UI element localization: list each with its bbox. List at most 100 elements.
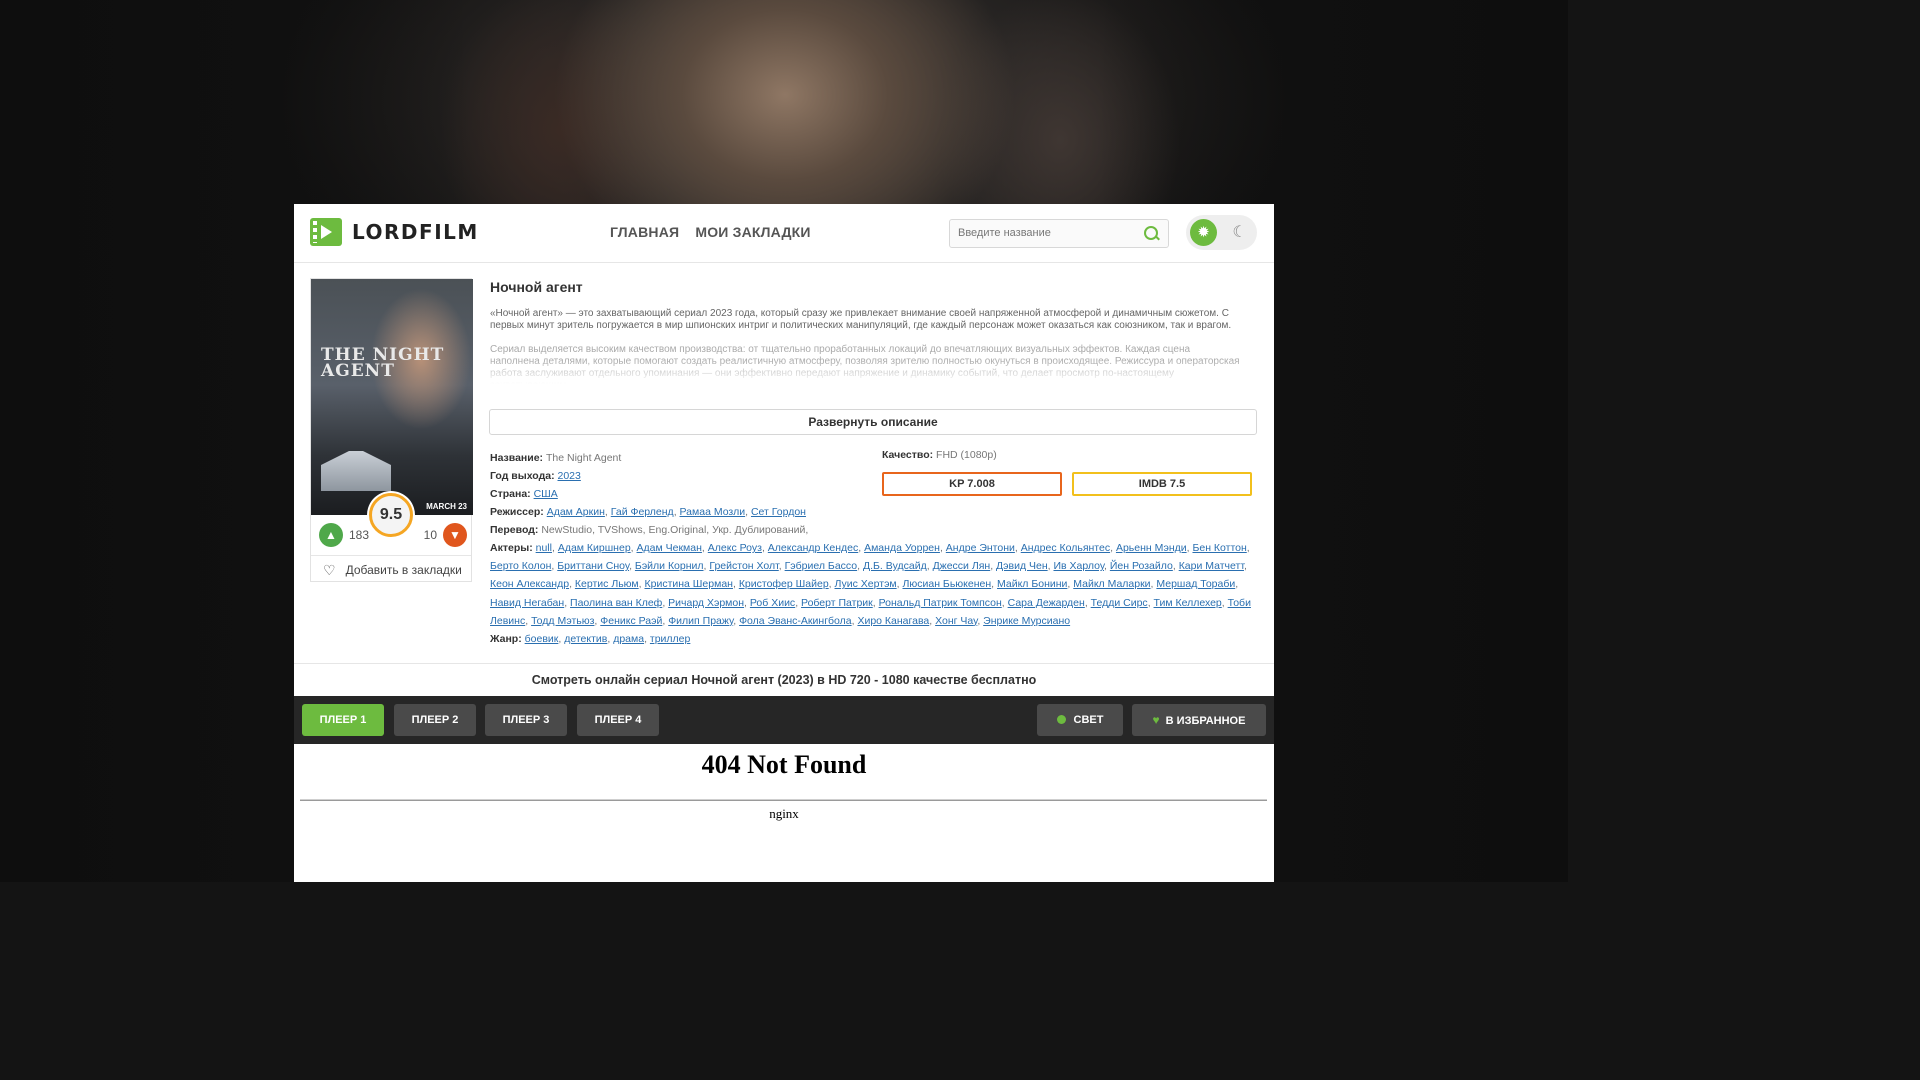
actor-link[interactable]: Грейстон Холт — [709, 560, 778, 572]
logo-text: LORDFILM — [352, 220, 479, 244]
add-favorite-button[interactable]: ♥ В ИЗБРАННОЕ — [1132, 704, 1266, 736]
actor-link[interactable]: null — [536, 542, 552, 554]
actor-link[interactable]: Фола Эванс-Акингбола — [739, 615, 852, 627]
meta-label: Режиссер: — [490, 506, 544, 518]
genre-link[interactable]: драма — [613, 633, 644, 645]
actor-link[interactable]: Роб Хиис — [750, 597, 795, 609]
meta-quality: Качество: FHD (1080p) — [882, 449, 997, 461]
meta-value: FHD (1080p) — [936, 449, 997, 461]
search-input[interactable] — [950, 220, 1138, 245]
actor-link[interactable]: Сара Дежарден — [1008, 597, 1085, 609]
moon-icon[interactable]: ☾ — [1226, 219, 1253, 246]
genre-link[interactable]: боевик — [525, 633, 559, 645]
content-card: LORDFILM ГЛАВНАЯ МОИ ЗАКЛАДКИ ✹ ☾ THE NI… — [294, 204, 1274, 882]
actor-link[interactable]: Мершад Тораби — [1156, 578, 1235, 590]
actor-link[interactable]: Ив Харлоу — [1053, 560, 1104, 572]
film-logo-icon — [310, 218, 342, 246]
actor-link[interactable]: Кари Матчетт — [1179, 560, 1244, 572]
actor-link[interactable]: Тим Келлехер — [1154, 597, 1222, 609]
actor-link[interactable]: Йен Розайло — [1110, 560, 1173, 572]
director-link[interactable]: Гай Ферленд — [611, 506, 674, 518]
tab-player-4[interactable]: ПЛЕЕР 4 — [577, 704, 659, 736]
site-logo[interactable]: LORDFILM — [310, 218, 479, 246]
theme-toggle: ✹ ☾ — [1186, 215, 1257, 250]
genre-link[interactable]: триллер — [650, 633, 690, 645]
actor-link[interactable]: Хиро Канагава — [857, 615, 929, 627]
imdb-rating[interactable]: IMDB 7.5 — [1072, 472, 1252, 496]
actor-link[interactable]: Арьенн Мэнди — [1116, 542, 1187, 554]
actor-link[interactable]: Люсиан Бьюкенен — [903, 578, 992, 590]
actor-link[interactable]: Андрес Кольянтес — [1021, 542, 1110, 554]
meta-label: Актеры: — [490, 542, 533, 554]
actor-link[interactable]: Бриттани Сноу — [557, 560, 629, 572]
actor-link[interactable]: Ричард Хэрмон — [668, 597, 744, 609]
actor-link[interactable]: Бэйли Корнил — [635, 560, 704, 572]
actor-link[interactable]: Навид Негабан — [490, 597, 564, 609]
actor-link[interactable]: Дэвид Чен — [996, 560, 1048, 572]
director-links: Адам Аркин, Гай Ферленд, Рамаа Мозли, Се… — [546, 506, 806, 518]
poster-date-art: MARCH 23 — [426, 502, 467, 511]
director-link[interactable]: Сет Гордон — [751, 506, 806, 518]
actor-link[interactable]: Паолина ван Клеф — [570, 597, 662, 609]
actor-link[interactable]: Рональд Патрик Томпсон — [879, 597, 1002, 609]
actor-link[interactable]: Д.Б. Вудсайд — [863, 560, 927, 572]
actor-link[interactable]: Луис Хертэм — [835, 578, 897, 590]
tab-player-3[interactable]: ПЛЕЕР 3 — [485, 704, 567, 736]
actor-link[interactable]: Джесси Лян — [933, 560, 991, 572]
actor-link[interactable]: Хонг Чау — [935, 615, 977, 627]
actor-link[interactable]: Филип Пражу — [668, 615, 733, 627]
actor-link[interactable]: Александр Кендес — [768, 542, 858, 554]
actor-link[interactable]: Берто Колон — [490, 560, 551, 572]
sun-icon[interactable]: ✹ — [1190, 219, 1217, 246]
expand-description-button[interactable]: Развернуть описание — [489, 409, 1257, 435]
genre-link[interactable]: детектив — [564, 633, 607, 645]
watch-heading: Смотреть онлайн сериал Ночной агент (202… — [294, 663, 1274, 696]
heart-icon: ♡ — [323, 561, 336, 578]
description-paragraph-faded: Сериал выделяется высоким качеством прои… — [490, 344, 1240, 384]
meta-value: NewStudio, TVShows, Eng.Original, Укр. Д… — [541, 524, 809, 536]
tab-player-1[interactable]: ПЛЕЕР 1 — [302, 704, 384, 736]
nav-bookmarks[interactable]: МОИ ЗАКЛАДКИ — [695, 224, 810, 240]
actor-link[interactable]: Майкл Бонини — [997, 578, 1067, 590]
dislike-count: 10 — [423, 528, 437, 542]
actor-link[interactable]: Феникс Раэй — [600, 615, 662, 627]
actor-link[interactable]: Бен Коттон — [1192, 542, 1246, 554]
actor-link[interactable]: Аманда Уоррен — [864, 542, 940, 554]
meta-directors: Режиссер: Адам Аркин, Гай Ферленд, Рамаа… — [490, 503, 1258, 521]
actor-link[interactable]: Адам Киршнер — [558, 542, 631, 554]
player-tabs: ПЛЕЕР 1 ПЛЕЕР 2 ПЛЕЕР 3 ПЛЕЕР 4 СВЕТ ♥ В … — [294, 696, 1274, 744]
like-count: 183 — [349, 528, 370, 542]
actor-link[interactable]: Кристофер Шайер — [739, 578, 829, 590]
actor-link[interactable]: Адам Чекман — [637, 542, 702, 554]
actor-link[interactable]: Гэбриел Бассо — [785, 560, 858, 572]
thumbs-down-icon[interactable]: ▼ — [443, 523, 467, 547]
main-nav: ГЛАВНАЯ МОИ ЗАКЛАДКИ — [610, 224, 811, 240]
thumbs-up-icon[interactable]: ▲ — [319, 523, 343, 547]
nav-home[interactable]: ГЛАВНАЯ — [610, 224, 679, 240]
actor-link[interactable]: Кертис Льюм — [575, 578, 639, 590]
search-icon[interactable] — [1144, 226, 1158, 240]
meta-label: Качество: — [882, 449, 934, 461]
tab-player-2[interactable]: ПЛЕЕР 2 — [394, 704, 476, 736]
actor-link[interactable]: Андре Энтони — [946, 542, 1015, 554]
actor-link[interactable]: Роберт Патрик — [801, 597, 873, 609]
kp-rating[interactable]: KP 7.008 — [882, 472, 1062, 496]
actor-link[interactable]: Тодд Мэтьюз — [531, 615, 594, 627]
actor-link[interactable]: Кристина Шерман — [645, 578, 733, 590]
add-bookmark-button[interactable]: ♡ Добавить в закладки — [311, 555, 471, 584]
country-link[interactable]: США — [534, 488, 558, 500]
actor-link[interactable]: Тедди Сирс — [1091, 597, 1148, 609]
year-link[interactable]: 2023 — [558, 470, 581, 482]
meta-label: Страна: — [490, 488, 531, 500]
actor-link[interactable]: Алекс Роуз — [708, 542, 762, 554]
director-link[interactable]: Адам Аркин — [547, 506, 605, 518]
divider — [300, 799, 1267, 801]
light-toggle-button[interactable]: СВЕТ — [1037, 704, 1123, 736]
actor-link[interactable]: Энрике Мурсиано — [983, 615, 1070, 627]
director-link[interactable]: Рамаа Мозли — [680, 506, 746, 518]
actor-link[interactable]: Майкл Маларки — [1073, 578, 1150, 590]
genre-links: боевик, детектив, драма, триллер — [524, 633, 691, 646]
meta-label: Жанр: — [490, 633, 522, 646]
meta-name: Название: The Night Agent — [490, 449, 1258, 467]
actor-link[interactable]: Кеон Александр — [490, 578, 569, 590]
